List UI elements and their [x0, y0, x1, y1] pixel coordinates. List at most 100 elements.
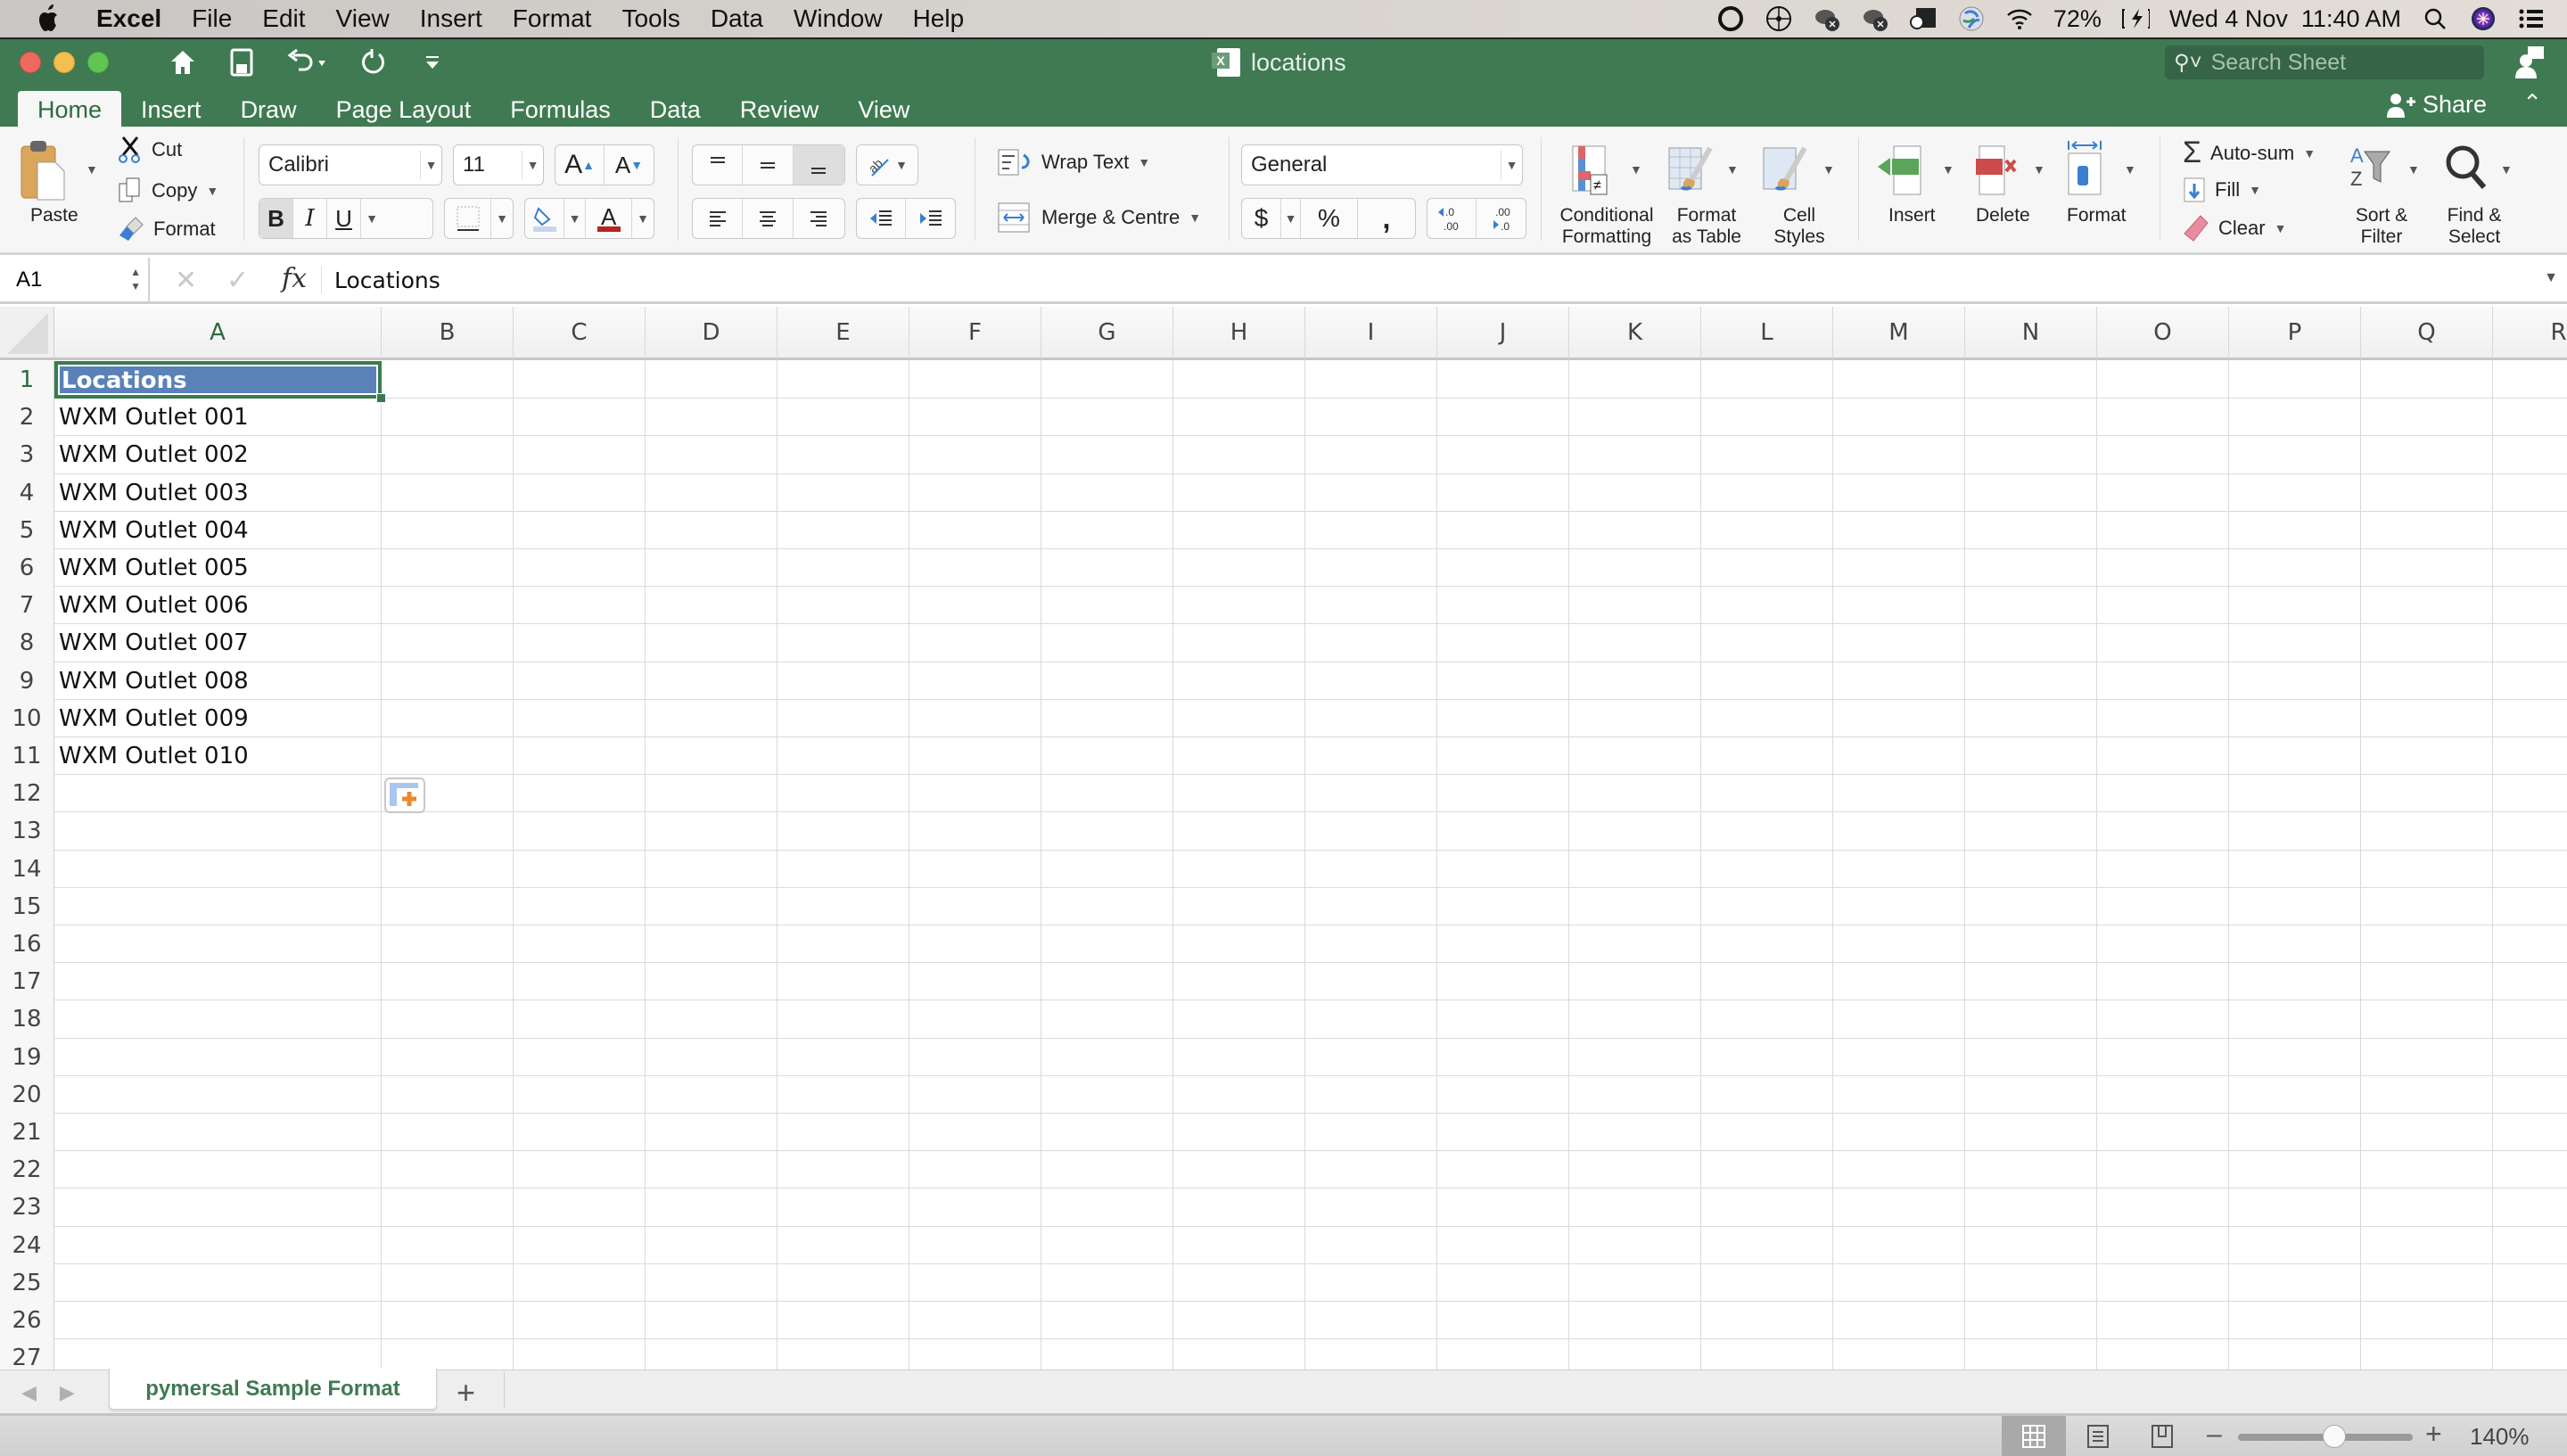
decrease-indent-button[interactable] — [857, 199, 907, 238]
row-header-27[interactable]: 27 — [0, 1339, 54, 1370]
increase-decimal-button[interactable]: .0.00 — [1427, 199, 1477, 238]
comments-person-icon[interactable] — [2514, 45, 2546, 80]
align-left-button[interactable] — [693, 199, 744, 238]
fill-button[interactable]: Fill ▼ — [2183, 177, 2261, 203]
row-header-26[interactable]: 26 — [0, 1302, 54, 1340]
cell-a9[interactable]: WXM Outlet 008 — [59, 668, 249, 695]
align-top-button[interactable] — [693, 145, 744, 185]
row-header-20[interactable]: 20 — [0, 1075, 54, 1114]
column-header-b[interactable]: B — [382, 307, 514, 360]
delete-cells-button[interactable]: Delete — [1976, 205, 2030, 226]
menu-data[interactable]: Data — [711, 4, 763, 33]
column-header-j[interactable]: J — [1437, 307, 1569, 360]
row-header-11[interactable]: 11 — [0, 737, 54, 776]
screen-capture-icon[interactable] — [1909, 4, 1938, 33]
home-icon[interactable] — [165, 46, 201, 78]
save-icon[interactable] — [224, 46, 259, 78]
page-break-view-button[interactable] — [2130, 1416, 2194, 1456]
insert-function-icon[interactable]: fx — [282, 263, 307, 294]
row-header-10[interactable]: 10 — [0, 699, 54, 737]
battery-charging-icon[interactable] — [2121, 4, 2150, 33]
spreadsheet-grid[interactable]: A B C D E F G H I J K L M N O P Q R 1 2 3 4 5 6 7 8 9 10 11 12 13 14 15 1… — [0, 307, 2567, 1370]
paste-dropdown-icon[interactable]: ▼ — [86, 162, 98, 177]
tab-formulas[interactable]: Formulas — [490, 91, 630, 128]
menu-file[interactable]: File — [192, 4, 232, 33]
customize-toolbar-icon[interactable] — [415, 46, 450, 78]
row-header-5[interactable]: 5 — [0, 511, 54, 549]
crosshair-app-icon[interactable] — [1765, 4, 1793, 33]
paste-label[interactable]: Paste — [30, 205, 78, 226]
column-header-d[interactable]: D — [646, 307, 778, 360]
column-header-k[interactable]: K — [1569, 307, 1701, 360]
cell-a10[interactable]: WXM Outlet 009 — [59, 705, 249, 732]
collapse-ribbon-icon[interactable]: ⌃ — [2522, 89, 2542, 117]
tab-home[interactable]: Home — [18, 91, 122, 128]
column-header-r[interactable]: R — [2493, 307, 2567, 360]
column-header-m[interactable]: M — [1833, 307, 1965, 360]
align-bottom-button[interactable] — [793, 145, 844, 185]
close-window-button[interactable] — [20, 52, 41, 73]
siri-icon[interactable] — [2469, 4, 2497, 33]
row-header-8[interactable]: 8 — [0, 624, 54, 662]
insert-cells-icon[interactable] — [1876, 144, 1940, 198]
column-header-a[interactable]: A — [54, 307, 382, 360]
copy-dropdown-icon[interactable]: ▼ — [206, 184, 218, 198]
menu-format[interactable]: Format — [513, 4, 592, 33]
align-center-button[interactable] — [743, 199, 794, 238]
delete-cells-icon[interactable] — [1974, 144, 2024, 198]
cell-a3[interactable]: WXM Outlet 002 — [59, 441, 249, 468]
number-format-select[interactable]: General ▼ — [1241, 144, 1523, 185]
row-header-6[interactable]: 6 — [0, 549, 54, 588]
menu-view[interactable]: View — [336, 4, 390, 33]
column-header-q[interactable]: Q — [2361, 307, 2493, 360]
cell-a4[interactable]: WXM Outlet 003 — [59, 480, 249, 506]
row-header-1[interactable]: 1 — [0, 361, 54, 399]
comma-style-button[interactable]: , — [1358, 199, 1415, 238]
row-header-25[interactable]: 25 — [0, 1263, 54, 1302]
column-header-n[interactable]: N — [1965, 307, 2097, 360]
paste-icon[interactable] — [18, 139, 71, 205]
spotlight-search-icon[interactable] — [2421, 4, 2449, 33]
name-box[interactable]: A1 ▲ ▼ — [0, 258, 150, 302]
name-box-stepper-icon[interactable]: ▲ ▼ — [130, 265, 141, 293]
decrease-font-size-button[interactable]: A ▼ — [605, 145, 654, 185]
menu-excel[interactable]: Excel — [96, 4, 161, 33]
zoom-slider[interactable] — [2238, 1425, 2413, 1448]
cell-a8[interactable]: WXM Outlet 007 — [59, 629, 249, 656]
zoom-level[interactable]: 140% — [2470, 1423, 2530, 1451]
cell-a5[interactable]: WXM Outlet 004 — [59, 517, 249, 544]
paste-options-button[interactable] — [384, 777, 425, 813]
cell-a6[interactable]: WXM Outlet 005 — [59, 555, 249, 581]
previous-sheet-icon[interactable]: ◀ — [21, 1381, 37, 1404]
next-sheet-icon[interactable]: ▶ — [60, 1381, 75, 1404]
find-select-button[interactable]: Find & Select — [2438, 205, 2511, 248]
bold-button[interactable]: B — [259, 199, 293, 238]
column-header-g[interactable]: G — [1041, 307, 1173, 360]
row-header-16[interactable]: 16 — [0, 925, 54, 964]
row-header-4[interactable]: 4 — [0, 473, 54, 512]
sheet-tab-active[interactable]: pymersal Sample Format — [109, 1369, 437, 1410]
column-header-c[interactable]: C — [514, 307, 646, 360]
column-header-o[interactable]: O — [2097, 307, 2229, 360]
text-orientation-button[interactable]: ab ▼ — [856, 144, 918, 185]
row-header-9[interactable]: 9 — [0, 662, 54, 700]
menu-window[interactable]: Window — [794, 4, 883, 33]
zoom-slider-thumb[interactable] — [2323, 1425, 2347, 1448]
format-as-table-button[interactable]: Format as Table — [1662, 205, 1751, 248]
row-header-3[interactable]: 3 — [0, 436, 54, 474]
row-header-22[interactable]: 22 — [0, 1151, 54, 1189]
formula-input[interactable]: Locations — [334, 267, 440, 293]
fill-handle[interactable] — [376, 393, 386, 403]
undo-icon[interactable] — [283, 46, 333, 78]
merge-centre-button[interactable]: Merge & Centre ▼ — [997, 202, 1201, 234]
search-sheet-input[interactable]: ⚲˅ Search Sheet — [2165, 45, 2484, 79]
font-name-select[interactable]: Calibri ▼ — [259, 144, 442, 185]
column-header-i[interactable]: I — [1305, 307, 1437, 360]
cell-a2[interactable]: WXM Outlet 001 — [59, 404, 249, 431]
conditional-formatting-icon[interactable]: ≠ — [1571, 144, 1625, 198]
conditional-formatting-button[interactable]: Conditional Formatting — [1551, 205, 1662, 248]
tab-draw[interactable]: Draw — [221, 91, 317, 128]
row-header-12[interactable]: 12 — [0, 775, 54, 813]
underline-button[interactable]: U — [327, 199, 361, 238]
row-header-18[interactable]: 18 — [0, 1000, 54, 1039]
